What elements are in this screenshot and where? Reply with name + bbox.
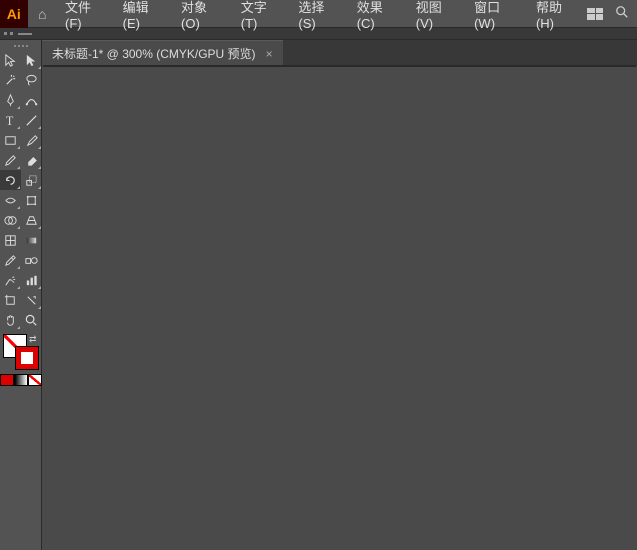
svg-text:T: T (5, 114, 13, 128)
close-icon[interactable]: × (266, 47, 273, 61)
menu-view[interactable]: 视图(V) (408, 0, 466, 27)
scale-tool[interactable] (21, 170, 42, 190)
zoom-tool[interactable] (21, 310, 42, 330)
color-mode-row (0, 374, 42, 386)
menu-window[interactable]: 窗口(W) (466, 0, 528, 27)
swap-icon[interactable]: ⇄ (29, 334, 37, 345)
hand-tool[interactable] (0, 310, 21, 330)
eyedropper-tool[interactable] (0, 250, 21, 270)
document-tab[interactable]: 未标题-1* @ 300% (CMYK/GPU 预览) × (42, 40, 283, 66)
menu-type[interactable]: 文字(T) (233, 0, 291, 27)
symbol-sprayer-tool[interactable] (0, 270, 21, 290)
lasso-tool[interactable] (21, 70, 42, 90)
tab-title: 未标题-1* @ 300% (CMYK/GPU 预览) (52, 45, 256, 62)
magic-wand-tool[interactable] (0, 70, 21, 90)
top-bar: Ai ⌂ 文件(F) 编辑(E) 对象(O) 文字(T) 选择(S) 效果(C)… (0, 0, 637, 28)
selection-tool[interactable] (0, 50, 21, 70)
blend-tool[interactable] (21, 250, 42, 270)
tab-bar: 未标题-1* @ 300% (CMYK/GPU 预览) × (0, 40, 637, 66)
menu-object[interactable]: 对象(O) (173, 0, 233, 27)
eraser-tool[interactable] (21, 150, 42, 170)
direct-selection-tool[interactable] (21, 50, 42, 70)
graph-tool[interactable] (21, 270, 42, 290)
workspace-switcher-icon[interactable] (587, 8, 603, 20)
menu-select[interactable]: 选择(S) (290, 0, 348, 27)
menu-help[interactable]: 帮助(H) (528, 0, 587, 27)
slice-tool[interactable] (21, 290, 42, 310)
menu-effect[interactable]: 效果(C) (349, 0, 408, 27)
top-right-controls (587, 5, 637, 22)
app-logo: Ai (0, 0, 28, 28)
shape-builder-tool[interactable] (0, 210, 21, 230)
mesh-tool[interactable] (0, 230, 21, 250)
search-icon[interactable] (615, 5, 629, 22)
fill-stroke-swatch[interactable]: ⇄ (3, 334, 39, 370)
paintbrush-tool[interactable] (21, 130, 42, 150)
color-mode-color[interactable] (0, 374, 14, 386)
pen-tool[interactable] (0, 90, 21, 110)
menu-edit[interactable]: 编辑(E) (115, 0, 173, 27)
stroke-swatch[interactable] (15, 346, 39, 370)
tool-panel: T ⇄ (0, 40, 42, 550)
width-tool[interactable] (0, 190, 21, 210)
color-mode-gradient[interactable] (14, 374, 28, 386)
rectangle-tool[interactable] (0, 130, 21, 150)
menu-bar: 文件(F) 编辑(E) 对象(O) 文字(T) 选择(S) 效果(C) 视图(V… (57, 0, 587, 27)
line-tool[interactable] (21, 110, 42, 130)
home-icon[interactable]: ⌂ (28, 6, 58, 22)
gradient-tool[interactable] (21, 230, 42, 250)
rotate-tool[interactable] (0, 170, 21, 190)
menu-file[interactable]: 文件(F) (57, 0, 115, 27)
free-transform-tool[interactable] (21, 190, 42, 210)
artboard-tool[interactable] (0, 290, 21, 310)
type-tool[interactable]: T (0, 110, 21, 130)
perspective-tool[interactable] (21, 210, 42, 230)
color-mode-none[interactable] (28, 374, 42, 386)
panel-drag-handle[interactable] (0, 42, 41, 50)
curvature-tool[interactable] (21, 90, 42, 110)
pencil-tool[interactable] (0, 150, 21, 170)
